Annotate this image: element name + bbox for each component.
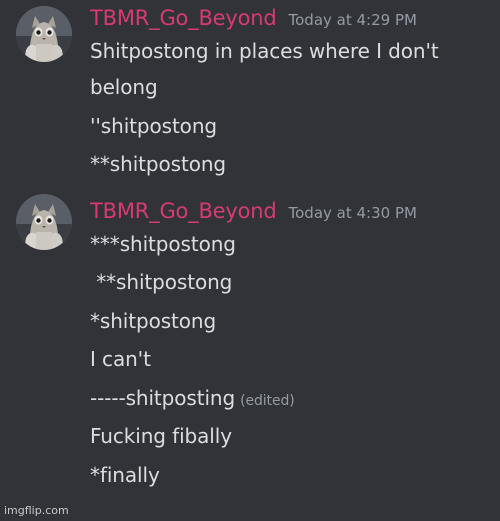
message-header: TBMR_Go_Beyond Today at 4:29 PM: [90, 6, 417, 30]
cat-avatar-icon: [16, 194, 72, 250]
message-line-edited: -----shitposting (edited): [90, 386, 295, 410]
avatar[interactable]: [16, 194, 72, 250]
edited-label: (edited): [240, 393, 295, 409]
message-line: *finally: [90, 463, 160, 487]
avatar[interactable]: [16, 6, 72, 62]
message-text: -----shitposting: [90, 386, 236, 410]
cat-avatar-icon: [16, 6, 72, 62]
message-line: *shitpostong: [90, 309, 217, 333]
message-line: Shitpostong in places where I don't: [90, 39, 439, 63]
message-line: **shitpostong: [90, 152, 226, 176]
message-line: **shitpostong: [90, 270, 233, 294]
message-line: belong: [90, 75, 158, 99]
username[interactable]: TBMR_Go_Beyond: [90, 6, 277, 30]
message-line: Fucking fibally: [90, 424, 232, 448]
timestamp[interactable]: Today at 4:29 PM: [289, 11, 417, 29]
username[interactable]: TBMR_Go_Beyond: [90, 199, 277, 223]
message-line: I can't: [90, 347, 151, 371]
imgflip-watermark: imgflip.com: [4, 504, 69, 517]
message-header: TBMR_Go_Beyond Today at 4:30 PM: [90, 199, 417, 223]
timestamp[interactable]: Today at 4:30 PM: [289, 204, 417, 222]
message-line: ''shitpostong: [90, 114, 217, 138]
message-line: ***shitpostong: [90, 232, 236, 256]
